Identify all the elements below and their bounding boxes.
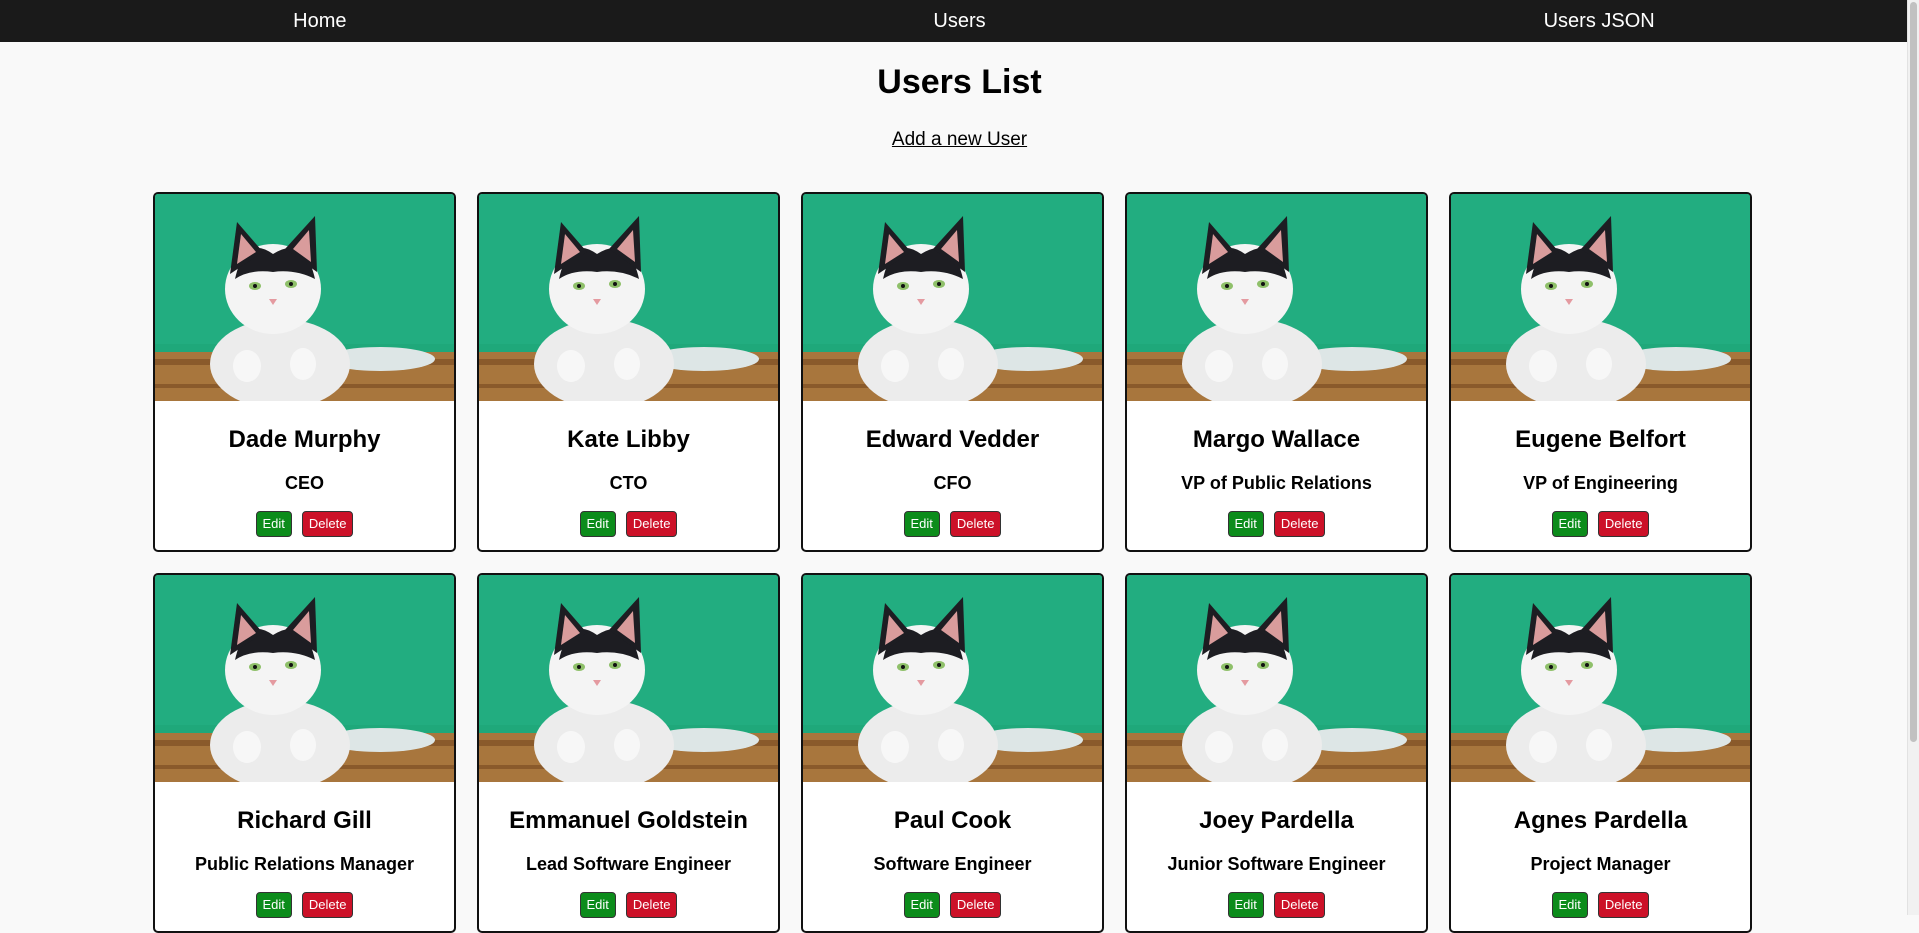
edit-button[interactable]: Edit — [1227, 511, 1264, 537]
card-actions: Edit Delete — [1451, 511, 1750, 537]
user-name: Dade Murphy — [228, 426, 381, 453]
card-actions: Edit Delete — [1127, 892, 1426, 918]
nav-users-link[interactable]: Users — [640, 0, 1280, 42]
user-name: Joey Pardella — [1199, 807, 1354, 834]
card-actions: Edit Delete — [1451, 892, 1750, 918]
delete-button[interactable]: Delete — [1597, 892, 1650, 918]
top-nav: Home Users Users JSON — [0, 0, 1919, 42]
cat-photo-icon — [155, 194, 454, 401]
card-actions: Edit Delete — [803, 511, 1102, 537]
add-user-wrap: Add a new User — [0, 129, 1919, 153]
delete-button[interactable]: Delete — [625, 511, 678, 537]
edit-button[interactable]: Edit — [903, 511, 940, 537]
page-scrollbar[interactable] — [1907, 0, 1919, 915]
cat-photo-icon — [1451, 194, 1750, 401]
user-job-title: CFO — [933, 473, 972, 493]
user-card: Margo Wallace VP of Public Relations Edi… — [1125, 192, 1428, 552]
delete-button[interactable]: Delete — [949, 892, 1002, 918]
cat-photo-icon — [803, 575, 1102, 782]
user-job-title: Software Engineer — [873, 854, 1032, 874]
user-job-title: Junior Software Engineer — [1167, 854, 1386, 874]
user-card: Dade Murphy CEO Edit Delete — [153, 192, 456, 552]
user-job-title: Lead Software Engineer — [525, 854, 732, 874]
card-actions: Edit Delete — [155, 511, 454, 537]
user-job-title: VP of Engineering — [1523, 473, 1678, 493]
delete-button[interactable]: Delete — [949, 511, 1002, 537]
delete-button[interactable]: Delete — [1273, 511, 1326, 537]
scrollbar-thumb[interactable] — [1910, 2, 1917, 742]
delete-button[interactable]: Delete — [1273, 892, 1326, 918]
user-job-title: VP of Public Relations — [1181, 473, 1372, 493]
user-name: Kate Libby — [567, 426, 690, 453]
delete-button[interactable]: Delete — [1597, 511, 1650, 537]
user-name: Edward Vedder — [865, 426, 1040, 453]
cat-photo-icon — [1451, 575, 1750, 782]
edit-button[interactable]: Edit — [1551, 892, 1588, 918]
edit-button[interactable]: Edit — [255, 511, 292, 537]
delete-button[interactable]: Delete — [301, 892, 354, 918]
user-card: Joey Pardella Junior Software Engineer E… — [1125, 573, 1428, 933]
edit-button[interactable]: Edit — [255, 892, 292, 918]
edit-button[interactable]: Edit — [903, 892, 940, 918]
card-actions: Edit Delete — [479, 511, 778, 537]
nav-users-json-link[interactable]: Users JSON — [1279, 0, 1919, 42]
delete-button[interactable]: Delete — [301, 511, 354, 537]
cat-photo-icon — [479, 194, 778, 401]
user-name: Margo Wallace — [1192, 426, 1361, 453]
user-card: Kate Libby CTO Edit Delete — [477, 192, 780, 552]
card-actions: Edit Delete — [155, 892, 454, 918]
cat-photo-icon — [1127, 575, 1426, 782]
edit-button[interactable]: Edit — [579, 511, 616, 537]
user-card: Agnes Pardella Project Manager Edit Dele… — [1449, 573, 1752, 933]
user-job-title: Project Manager — [1530, 854, 1671, 874]
user-name: Eugene Belfort — [1515, 426, 1686, 453]
user-job-title: CEO — [284, 473, 324, 493]
user-card: Richard Gill Public Relations Manager Ed… — [153, 573, 456, 933]
add-user-link[interactable]: Add a new User — [892, 129, 1027, 150]
user-card-grid: Dade Murphy CEO Edit Delete Kate Libby C… — [153, 192, 1753, 933]
nav-home-link[interactable]: Home — [0, 0, 640, 42]
edit-button[interactable]: Edit — [1551, 511, 1588, 537]
page-title: Users List — [877, 63, 1042, 101]
user-name: Emmanuel Goldstein — [509, 807, 748, 834]
card-actions: Edit Delete — [479, 892, 778, 918]
user-name: Paul Cook — [893, 807, 1012, 834]
user-card: Eugene Belfort VP of Engineering Edit De… — [1449, 192, 1752, 552]
user-job-title: Public Relations Manager — [194, 854, 415, 874]
user-card: Paul Cook Software Engineer Edit Delete — [801, 573, 1104, 933]
edit-button[interactable]: Edit — [1227, 892, 1264, 918]
user-card: Edward Vedder CFO Edit Delete — [801, 192, 1104, 552]
user-name: Richard Gill — [237, 807, 372, 834]
card-actions: Edit Delete — [803, 892, 1102, 918]
cat-photo-icon — [803, 194, 1102, 401]
card-actions: Edit Delete — [1127, 511, 1426, 537]
cat-photo-icon — [479, 575, 778, 782]
cat-photo-icon — [155, 575, 454, 782]
user-name: Agnes Pardella — [1513, 807, 1688, 834]
edit-button[interactable]: Edit — [579, 892, 616, 918]
user-card: Emmanuel Goldstein Lead Software Enginee… — [477, 573, 780, 933]
user-job-title: CTO — [609, 473, 648, 493]
cat-photo-icon — [1127, 194, 1426, 401]
delete-button[interactable]: Delete — [625, 892, 678, 918]
